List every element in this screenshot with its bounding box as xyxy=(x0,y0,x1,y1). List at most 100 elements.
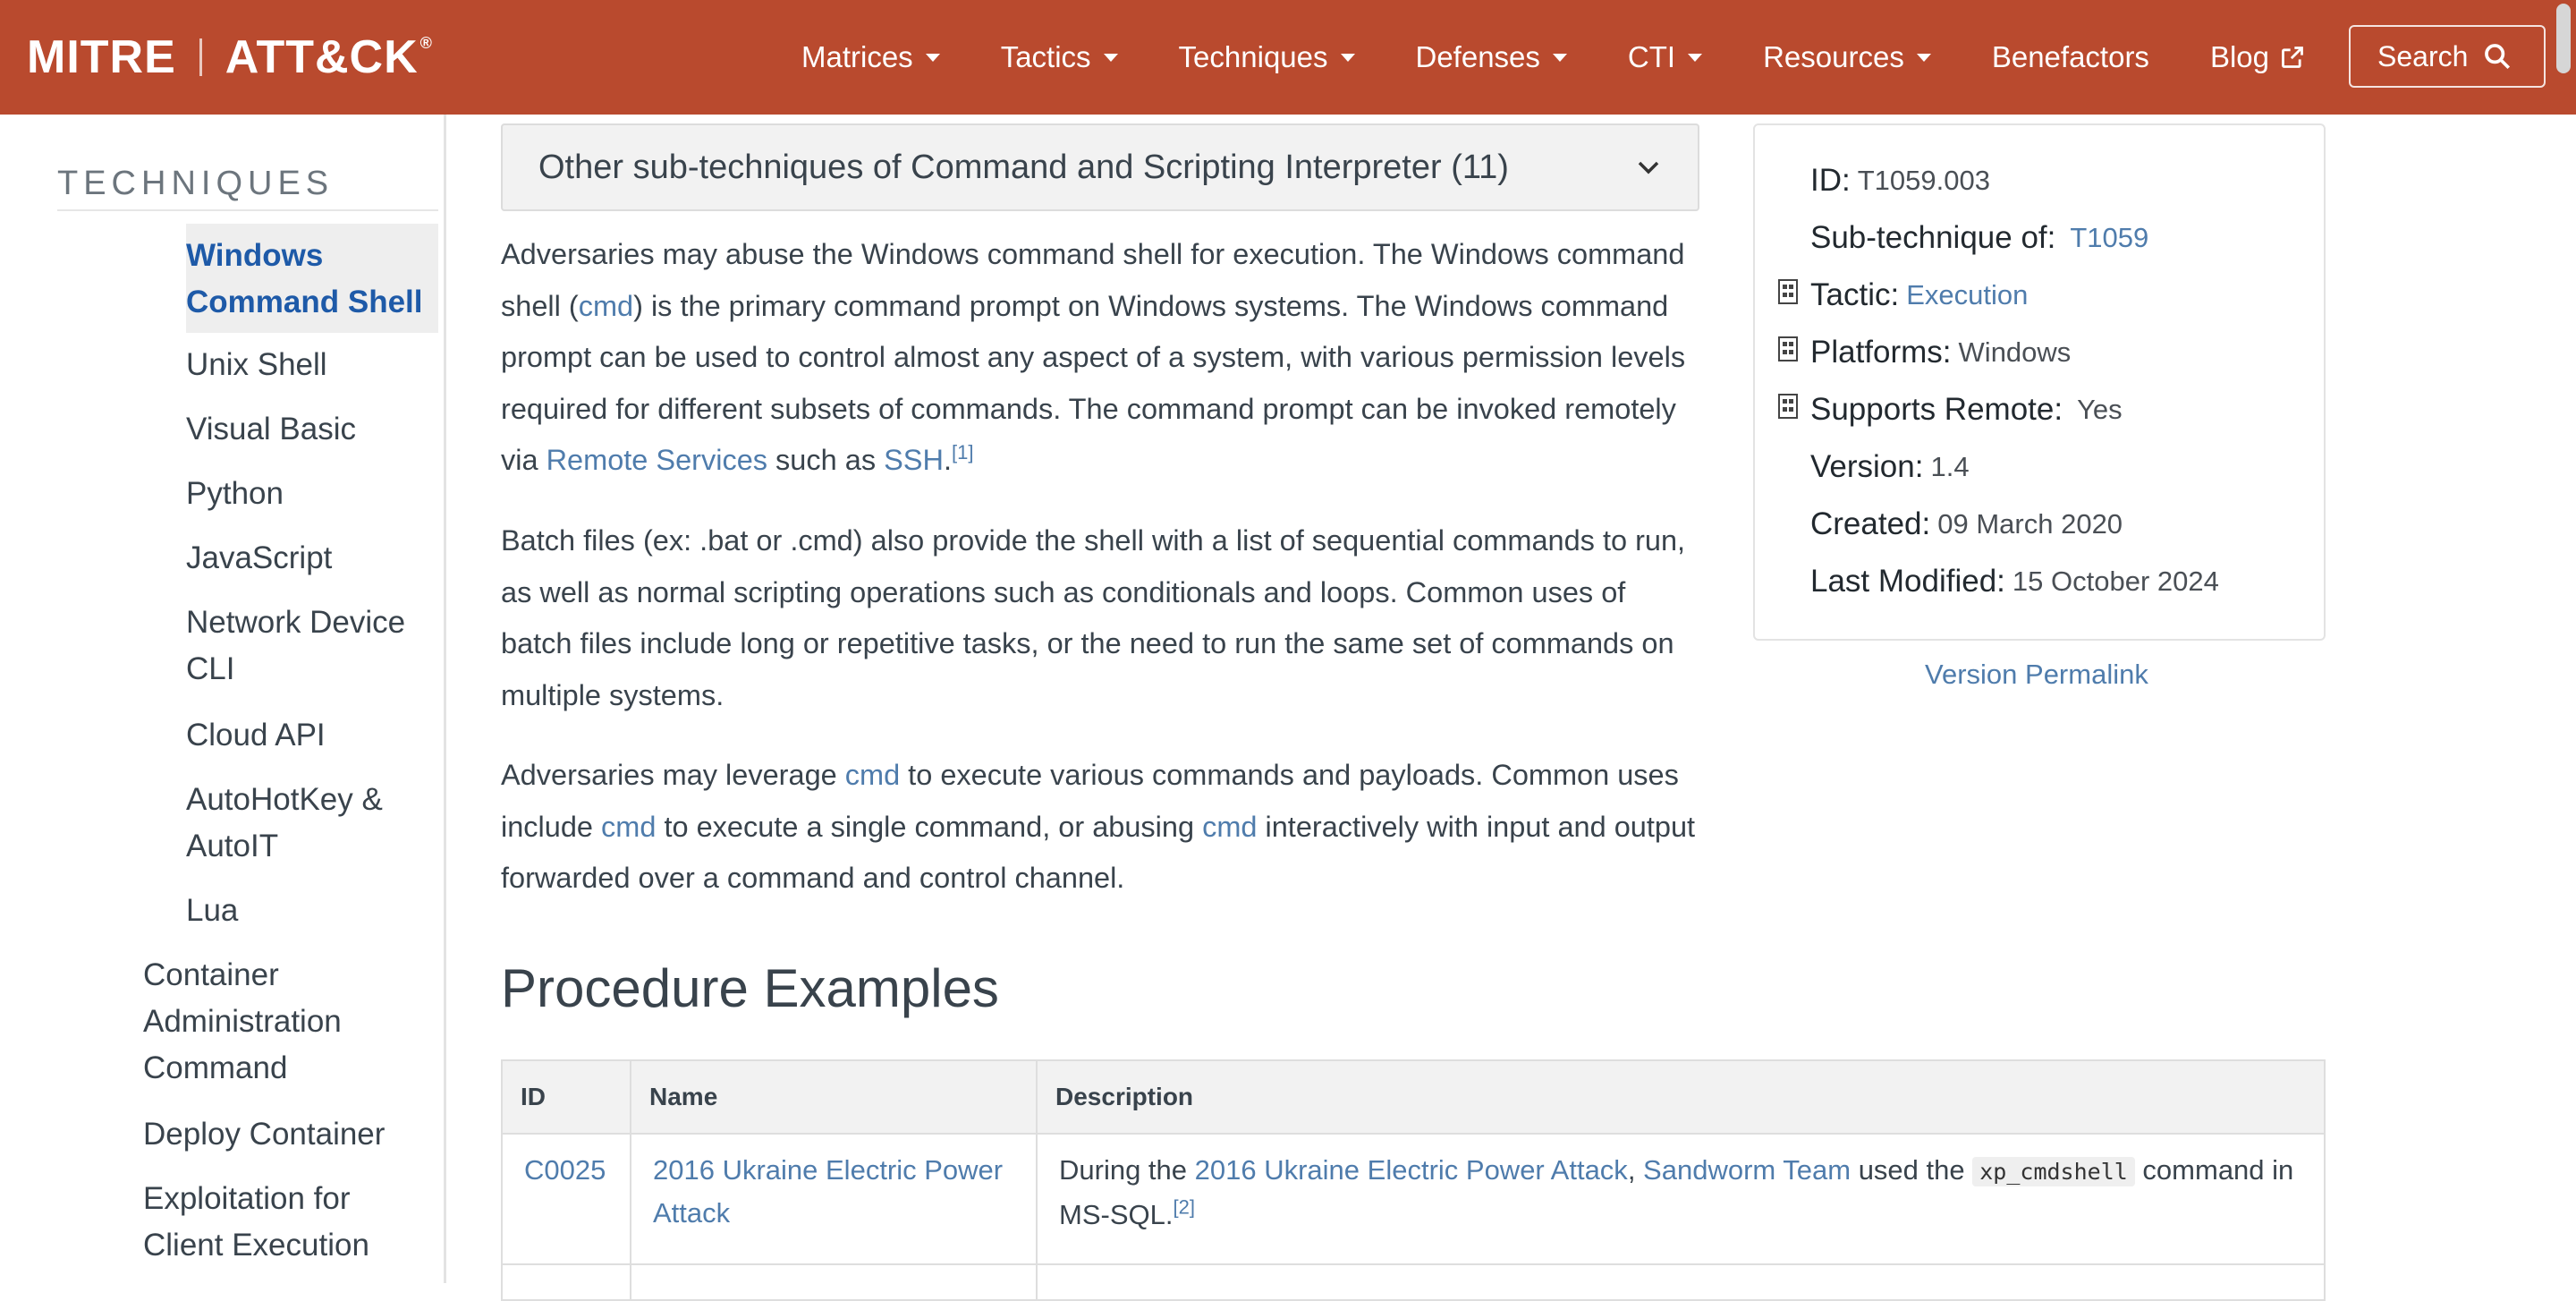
technique-id: T1059.003 xyxy=(1857,165,1990,196)
sidebar-heading: TECHNIQUES xyxy=(57,165,335,202)
table-cell-name: 2016 Ukraine Electric Power Attack xyxy=(630,1133,1038,1265)
search-icon xyxy=(2485,44,2511,70)
sidebar-item-lua[interactable]: Lua xyxy=(186,888,238,934)
sidebar-item-label: Lua xyxy=(186,893,239,928)
sidebar-item-javascript[interactable]: JavaScript xyxy=(186,535,332,582)
caret-down-icon xyxy=(1688,53,1703,62)
cmd-link[interactable]: cmd xyxy=(1202,811,1257,843)
technique-info-card: ID: T1059.003 Sub-technique of: T1059 Tact… xyxy=(1753,123,2326,641)
description-paragraph-2: Batch files (ex: .bat or .cmd) also prov… xyxy=(501,524,1686,711)
table-cell-name xyxy=(630,1263,1038,1301)
reference-info-icon[interactable] xyxy=(1778,336,1798,361)
page-scrollbar[interactable] xyxy=(2556,4,2571,73)
cmd-link[interactable]: cmd xyxy=(601,811,656,843)
sidebar-item-container-administration-command[interactable]: Container Administration Command xyxy=(143,952,411,1092)
sidebar-item-windows-command-shell[interactable]: Windows Command Shell xyxy=(186,224,438,333)
sidebar-item-label: Windows Command Shell xyxy=(186,238,423,319)
sidebar-item-label: Unix Shell xyxy=(186,347,327,382)
reference-link[interactable]: [2] xyxy=(1173,1196,1194,1219)
reference-info-icon[interactable] xyxy=(1778,394,1798,419)
sidebar-item-network-device-cli[interactable]: Network Device CLI xyxy=(186,599,419,693)
procedure-examples-table: ID Name Description C0025 2016 Ukraine E… xyxy=(501,1059,2326,1301)
sidebar-item-deploy-container[interactable]: Deploy Container xyxy=(143,1111,438,1158)
nav-blog[interactable]: Blog xyxy=(2210,40,2305,74)
platforms-value: Windows xyxy=(1958,336,2072,368)
other-subtechniques-label: Other sub-techniques of Command and Scri… xyxy=(538,148,1509,186)
last-modified-value: 15 October 2024 xyxy=(2012,565,2219,597)
sidebar-item-label: Network Device CLI xyxy=(186,605,406,686)
sidebar-item-label: Visual Basic xyxy=(186,412,357,446)
info-subtechnique-row: Sub-technique of: T1059 xyxy=(1810,220,2149,255)
sidebar-item-label: Python xyxy=(186,476,284,511)
info-id-row: ID: T1059.003 xyxy=(1810,163,1990,198)
reference-link[interactable]: [1] xyxy=(952,441,973,463)
sidebar-item-cloud-api[interactable]: Cloud API xyxy=(186,712,326,759)
caret-down-icon xyxy=(925,53,940,62)
procedure-examples-heading: Procedure Examples xyxy=(501,958,999,1018)
campaign-link[interactable]: 2016 Ukraine Electric Power Attack xyxy=(1195,1154,1628,1186)
sidebar-item-label: Container Administration Command xyxy=(143,957,342,1085)
tactic-execution-link[interactable]: Execution xyxy=(1906,279,2028,311)
nav-cti[interactable]: CTI xyxy=(1628,40,1703,74)
nav-tactics[interactable]: Tactics xyxy=(1001,40,1118,74)
sidebar-item-label: AutoHotKey & AutoIT xyxy=(186,782,383,863)
logo-registered-mark: ® xyxy=(419,34,433,52)
nav-matrices[interactable]: Matrices xyxy=(801,40,940,74)
cmd-link[interactable]: cmd xyxy=(579,290,633,322)
campaign-id-link[interactable]: C0025 xyxy=(524,1154,606,1186)
sidebar-item-python[interactable]: Python xyxy=(186,471,284,517)
logo-divider xyxy=(199,38,202,76)
sidebar-item-autohotkey-autoit[interactable]: AutoHotKey & AutoIT xyxy=(186,777,419,870)
mitre-attack-logo[interactable]: MITRE ATT&CK ® xyxy=(27,29,433,86)
table-row: C0025 2016 Ukraine Electric Power Attack… xyxy=(501,1133,2326,1265)
nav-menu: Matrices Tactics Techniques Defenses CTI… xyxy=(801,0,2366,115)
sidebar-item-label: Exploitation for Client Execution xyxy=(143,1181,369,1263)
nav-benefactors[interactable]: Benefactors xyxy=(1992,40,2149,74)
reference-info-icon[interactable] xyxy=(1778,279,1798,304)
table-row xyxy=(501,1263,2326,1301)
sidebar-item-exploitation-for-client-execution[interactable]: Exploitation for Client Execution xyxy=(143,1176,411,1269)
info-tactic-row: Tactic: Execution xyxy=(1810,277,2029,312)
version-permalink-link[interactable]: Version Permalink xyxy=(1925,659,2148,691)
ssh-link[interactable]: SSH xyxy=(884,444,944,476)
column-header-description[interactable]: Description xyxy=(1036,1059,2326,1135)
info-version-row: Version: 1.4 xyxy=(1810,449,1970,484)
nav-resources[interactable]: Resources xyxy=(1763,40,1931,74)
parent-technique-link[interactable]: T1059 xyxy=(2070,222,2148,254)
sidebar-item-label: JavaScript xyxy=(186,540,333,575)
sidebar-item-unix-shell[interactable]: Unix Shell xyxy=(186,342,327,388)
column-header-id[interactable]: ID xyxy=(501,1059,631,1135)
remote-services-link[interactable]: Remote Services xyxy=(547,444,767,476)
created-value: 09 March 2020 xyxy=(1937,508,2123,540)
supports-remote-value: Yes xyxy=(2077,394,2123,425)
caret-down-icon xyxy=(1103,53,1118,62)
column-header-name[interactable]: Name xyxy=(630,1059,1038,1135)
other-subtechniques-dropdown[interactable]: Other sub-techniques of Command and Scri… xyxy=(501,123,1699,211)
group-link[interactable]: Sandworm Team xyxy=(1643,1154,1851,1186)
info-last-modified-row: Last Modified: 15 October 2024 xyxy=(1810,564,2219,599)
external-link-icon xyxy=(2282,47,2303,68)
caret-down-icon xyxy=(1916,53,1931,62)
caret-down-icon xyxy=(1552,53,1567,62)
info-platforms-row: Platforms: Windows xyxy=(1810,335,2072,370)
campaign-name-link[interactable]: 2016 Ukraine Electric Power Attack xyxy=(653,1154,1003,1229)
caret-down-icon xyxy=(1340,53,1355,62)
info-supports-remote-row: Supports Remote: Yes xyxy=(1810,392,2123,427)
logo-attack-text: ATT&CK xyxy=(225,31,419,83)
description-paragraph-1: Adversaries may abuse the Windows comman… xyxy=(501,238,1686,476)
description-paragraph-3: Adversaries may leverage cmd to execute … xyxy=(501,759,1696,894)
table-cell-id: C0025 xyxy=(501,1133,631,1265)
chevron-down-icon xyxy=(1638,161,1659,174)
search-button[interactable]: Search xyxy=(2349,25,2546,88)
sidebar-item-label: Cloud API xyxy=(186,718,326,753)
sidebar-item-visual-basic[interactable]: Visual Basic xyxy=(186,406,356,453)
cmd-link[interactable]: cmd xyxy=(845,759,900,791)
logo-mitre-text: MITRE xyxy=(27,31,176,83)
table-header-row: ID Name Description xyxy=(501,1059,2326,1135)
search-button-label: Search xyxy=(2377,39,2469,72)
nav-defenses[interactable]: Defenses xyxy=(1416,40,1567,74)
table-cell-description: During the 2016 Ukraine Electric Power A… xyxy=(1036,1133,2326,1265)
nav-techniques[interactable]: Techniques xyxy=(1179,40,1355,74)
table-cell-id xyxy=(501,1263,631,1301)
top-navbar: MITRE ATT&CK ® Matrices Tactics Techniqu… xyxy=(0,0,2576,115)
